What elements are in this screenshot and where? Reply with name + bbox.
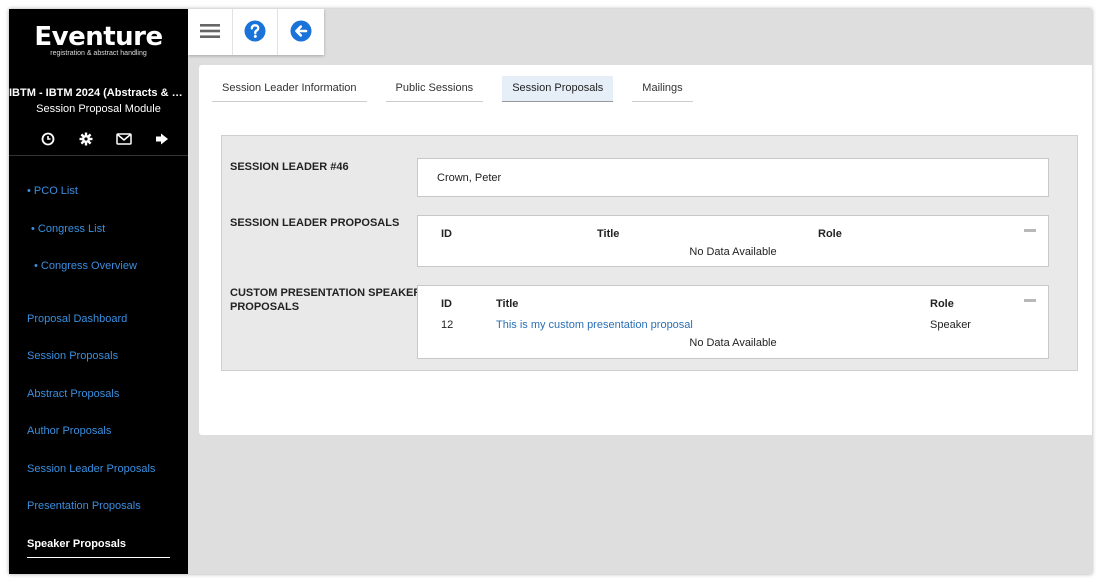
sidebar-item-congress-list[interactable]: • Congress List (31, 223, 105, 235)
logo: Eventure registration & abstract handlin… (9, 23, 188, 58)
no-data-message: No Data Available (689, 337, 777, 349)
custom-presentation-table: ID Title Role 12 This is my custom prese… (417, 285, 1049, 359)
sidebar: Eventure registration & abstract handlin… (9, 9, 188, 574)
tab-session-leader-information[interactable]: Session Leader Information (212, 76, 367, 102)
column-header-role: Role (930, 298, 954, 310)
sidebar-item-abstract-proposals[interactable]: Abstract Proposals (27, 388, 119, 400)
gear-icon[interactable] (67, 130, 105, 148)
active-item-underline (27, 557, 170, 558)
table-cell-role: Speaker (930, 319, 971, 331)
menu-icon (200, 23, 220, 42)
back-arrow-icon (290, 20, 312, 45)
collapse-icon[interactable] (1024, 229, 1036, 232)
column-header-role: Role (818, 228, 842, 240)
history-icon[interactable] (29, 130, 67, 148)
event-name: IBTM - IBTM 2024 (Abstracts & Par... (9, 87, 188, 99)
toolbar (188, 9, 324, 55)
session-leader-proposals-label: SESSION LEADER PROPOSALS (230, 217, 400, 229)
help-icon (244, 20, 266, 45)
sidebar-item-author-proposals[interactable]: Author Proposals (27, 425, 111, 437)
module-name: Session Proposal Module (36, 103, 161, 115)
custom-presentation-label-line1: CUSTOM PRESENTATION SPEAKER (230, 287, 422, 299)
column-header-id: ID (441, 298, 452, 310)
tab-public-sessions[interactable]: Public Sessions (385, 76, 484, 102)
sidebar-item-proposal-dashboard[interactable]: Proposal Dashboard (27, 313, 127, 325)
session-leader-label: SESSION LEADER #46 (230, 161, 349, 173)
menu-button[interactable] (188, 9, 233, 55)
column-header-title: Title (496, 298, 519, 310)
content-box: SESSION LEADER #46 Crown, Peter SESSION … (221, 135, 1078, 371)
app-window: Eventure registration & abstract handlin… (9, 9, 1092, 574)
sign-out-icon[interactable] (143, 130, 181, 148)
help-button[interactable] (233, 9, 278, 55)
custom-presentation-label: CUSTOM PRESENTATION SPEAKER PROPOSALS (230, 286, 421, 314)
sidebar-item-congress-overview[interactable]: • Congress Overview (34, 260, 137, 272)
main-panel: Session Leader Information Public Sessio… (199, 65, 1092, 435)
proposal-title-link[interactable]: This is my custom presentation proposal (496, 319, 693, 331)
table-cell-id: 12 (441, 319, 454, 331)
sidebar-icon-bar (29, 130, 181, 148)
back-button[interactable] (278, 9, 323, 55)
sidebar-item-speaker-proposals[interactable]: Speaker Proposals (27, 538, 126, 550)
no-data-message: No Data Available (689, 246, 777, 258)
sidebar-item-pco-list[interactable]: • PCO List (27, 185, 78, 197)
tab-mailings[interactable]: Mailings (632, 76, 693, 102)
tab-session-proposals[interactable]: Session Proposals (502, 76, 614, 102)
custom-presentation-label-line2: PROPOSALS (230, 301, 300, 313)
session-leader-name: Crown, Peter (437, 172, 502, 184)
sidebar-item-session-proposals[interactable]: Session Proposals (27, 350, 118, 362)
tab-bar: Session Leader Information Public Sessio… (212, 76, 712, 102)
session-leader-card: Crown, Peter (417, 158, 1049, 197)
sidebar-item-session-leader-proposals[interactable]: Session Leader Proposals (27, 463, 155, 475)
mail-icon[interactable] (105, 130, 143, 148)
column-header-title: Title (597, 228, 620, 240)
sidebar-divider (9, 155, 188, 156)
session-leader-proposals-table: ID Title Role No Data Available (417, 215, 1049, 267)
collapse-icon[interactable] (1024, 299, 1036, 302)
logo-title: Eventure (34, 22, 163, 52)
sidebar-item-presentation-proposals[interactable]: Presentation Proposals (27, 500, 141, 512)
column-header-id: ID (441, 228, 452, 240)
